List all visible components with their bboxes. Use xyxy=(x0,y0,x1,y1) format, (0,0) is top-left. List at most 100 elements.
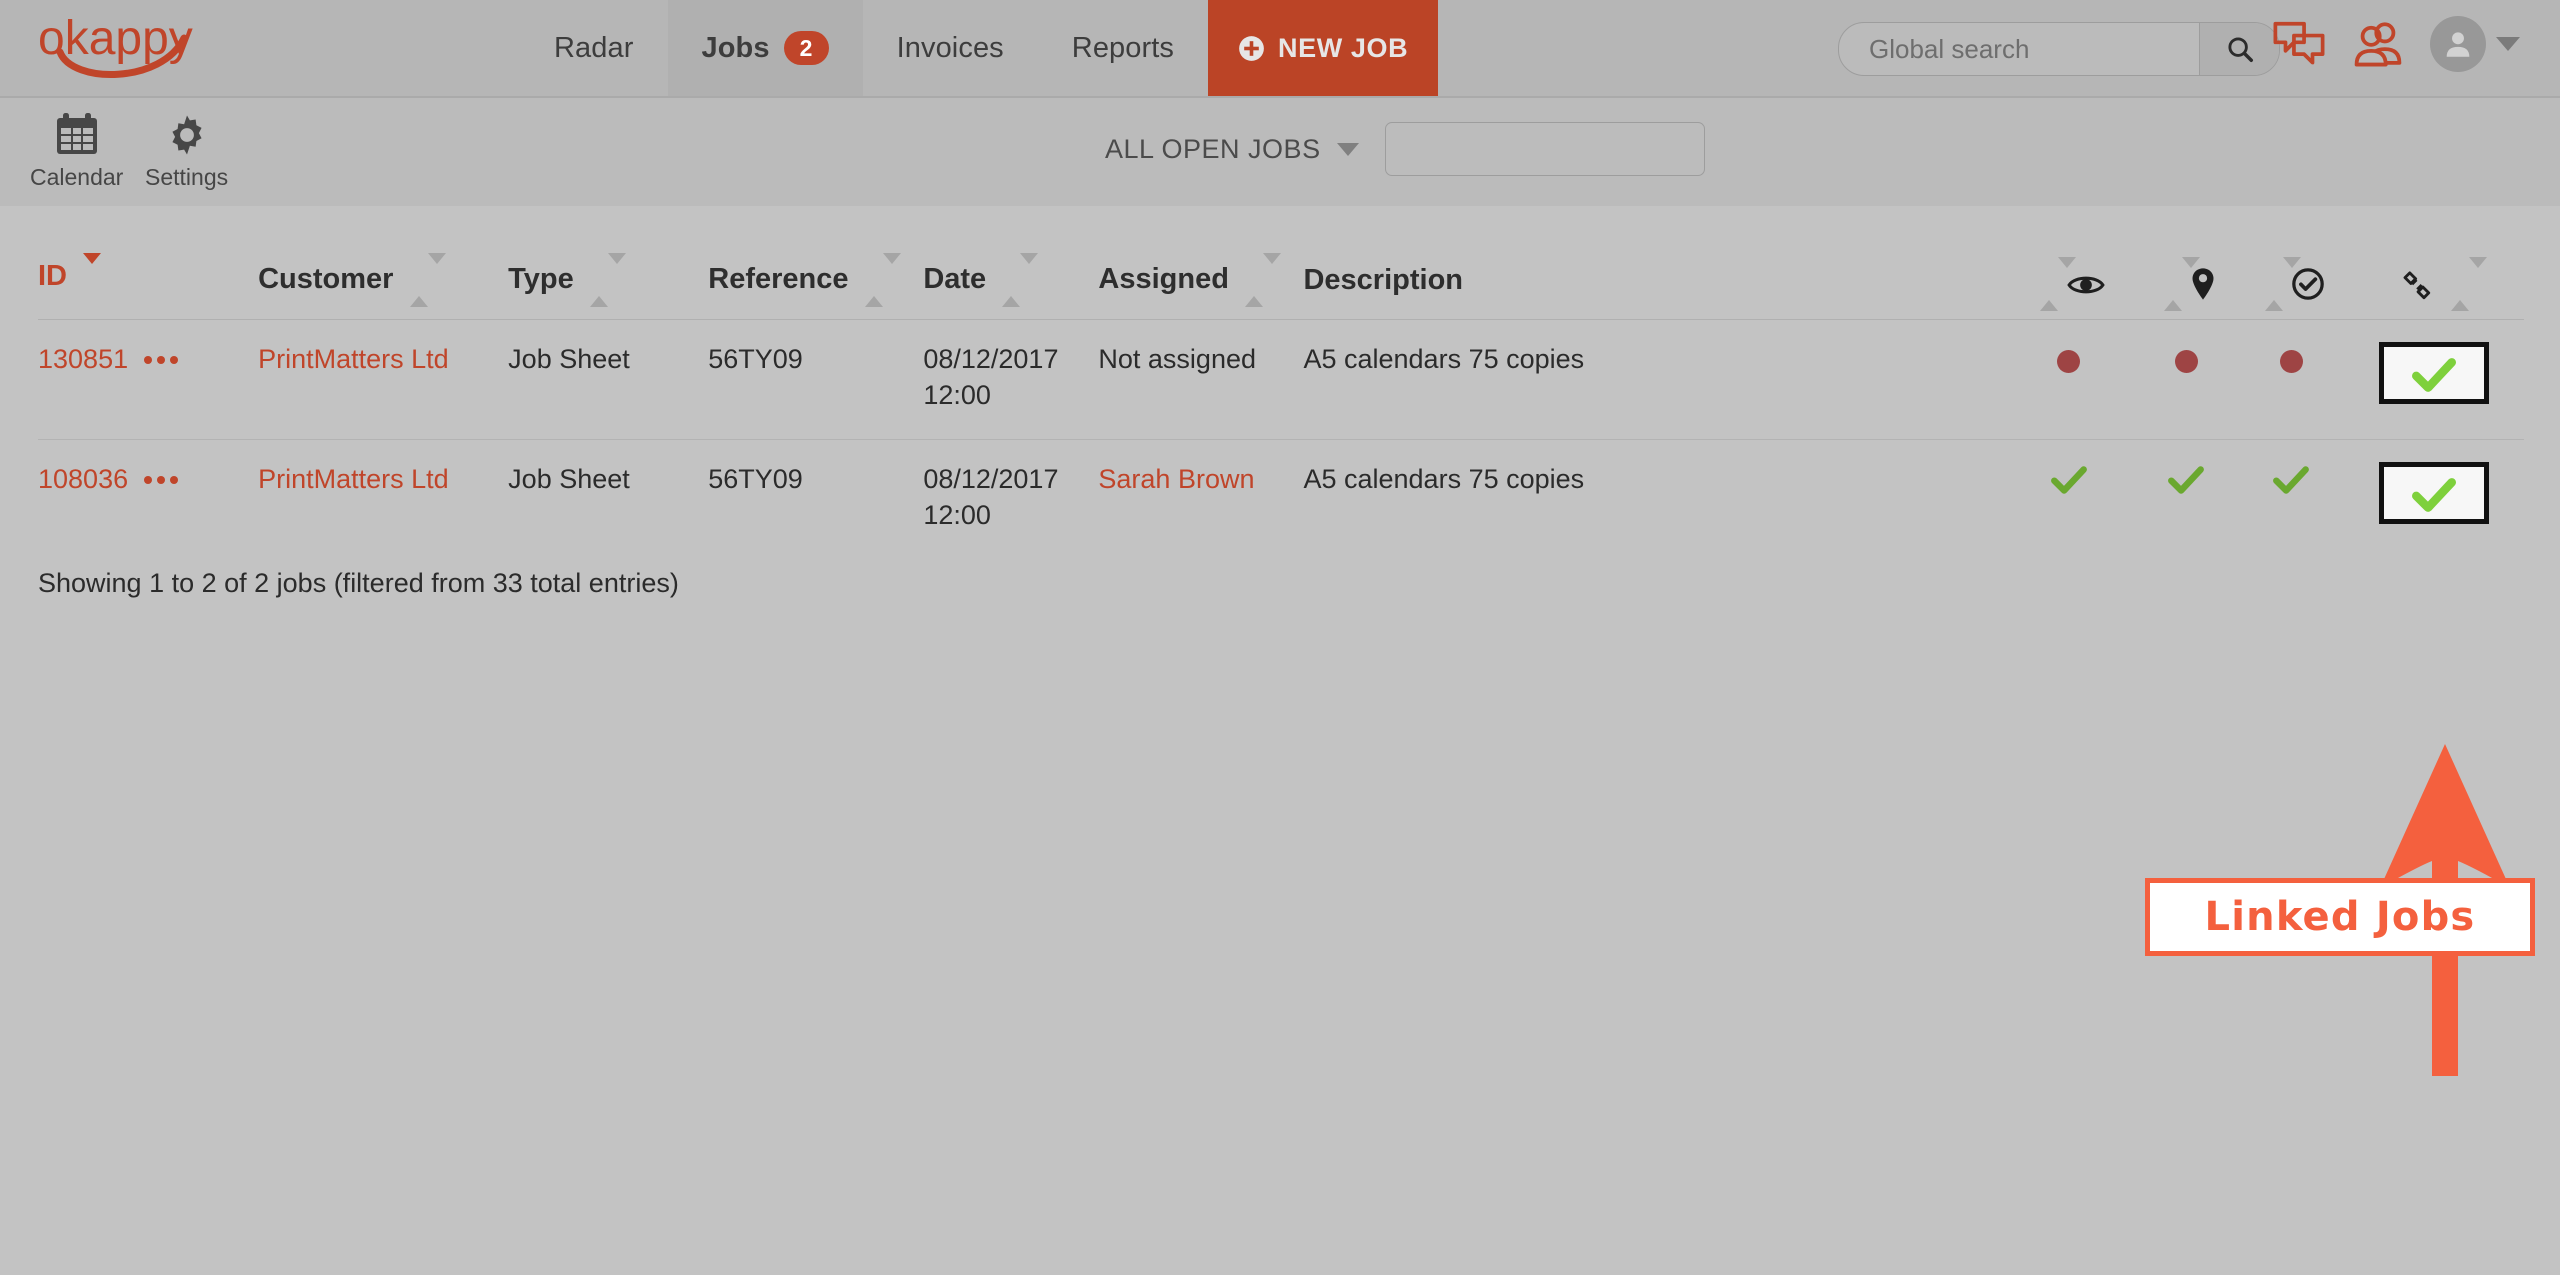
sort-indicator-assigned[interactable] xyxy=(1244,253,1281,307)
status-dot-red xyxy=(2057,350,2081,373)
cell-status-viewed[interactable] xyxy=(2004,320,2134,440)
user-avatar-icon xyxy=(2446,32,2470,57)
job-id-link[interactable]: 130851 xyxy=(38,342,128,378)
nav-item-reports[interactable]: Reports xyxy=(1038,0,1208,96)
column-header-linked[interactable] xyxy=(2344,257,2524,320)
assigned-user-link[interactable]: Sarah Brown xyxy=(1098,464,1254,494)
cell-status-completed[interactable] xyxy=(2239,320,2344,440)
search-input[interactable] xyxy=(1839,23,2199,75)
time-value: 12:00 xyxy=(923,499,991,530)
status-dot-red xyxy=(2279,350,2303,373)
check-icon xyxy=(2273,466,2310,494)
jobs-count-badge: 2 xyxy=(783,31,829,65)
nav-label-jobs: Jobs xyxy=(701,31,770,64)
table-filter-input[interactable] xyxy=(1384,122,1705,176)
cell-customer: PrintMatters Ltd xyxy=(258,440,508,560)
nav-item-invoices[interactable]: Invoices xyxy=(863,0,1038,96)
cell-type: Job Sheet xyxy=(508,344,630,374)
chevron-down-icon[interactable] xyxy=(1336,142,1359,156)
column-header-type[interactable]: Type xyxy=(508,253,708,320)
table-row[interactable]: 108036 PrintMatters Ltd Job Sheet 56TY09… xyxy=(38,439,2524,560)
row-actions-menu-icon[interactable] xyxy=(144,356,179,364)
nav-item-radar[interactable]: Radar xyxy=(520,0,668,96)
okappy-logo[interactable]: okappy xyxy=(38,12,218,84)
check-icon xyxy=(2168,466,2205,494)
new-job-label: NEW JOB xyxy=(1278,32,1409,63)
filter-dropdown-label[interactable]: ALL OPEN JOBS xyxy=(1105,134,1321,165)
sort-indicator-customer[interactable] xyxy=(409,253,446,307)
column-header-location[interactable] xyxy=(2134,256,2239,320)
sort-indicator-id[interactable] xyxy=(83,253,102,297)
toolbar-item-settings[interactable]: Settings xyxy=(145,112,228,191)
plus-circle-icon xyxy=(1239,35,1264,61)
chevron-down-icon xyxy=(2496,37,2520,51)
chat-bubbles-icon[interactable] xyxy=(2272,20,2326,68)
jobs-content-area: ID Customer Type Reference Date Assigned… xyxy=(0,206,2560,1275)
search-submit-button[interactable] xyxy=(2199,23,2279,75)
eye-icon xyxy=(2067,276,2105,293)
column-header-viewed[interactable] xyxy=(2004,257,2134,320)
customer-link[interactable]: PrintMatters Ltd xyxy=(258,464,449,494)
cell-type: Job Sheet xyxy=(508,464,630,495)
check-icon xyxy=(2050,466,2087,494)
column-header-description[interactable]: Description xyxy=(1303,258,2003,320)
check-icon xyxy=(2411,478,2456,513)
sort-indicator-reference[interactable] xyxy=(864,253,901,307)
sort-indicator-viewed[interactable] xyxy=(2039,257,2076,311)
annotation-callout: Linked Jobs xyxy=(2145,878,2535,956)
user-menu[interactable] xyxy=(2430,16,2520,72)
sort-indicator-type[interactable] xyxy=(589,253,626,307)
check-circle-icon xyxy=(2292,268,2325,300)
cell-status-viewed[interactable] xyxy=(2004,440,2134,560)
toolbar-item-calendar[interactable]: Calendar xyxy=(30,112,123,191)
nav-item-jobs[interactable]: Jobs 2 xyxy=(667,0,863,96)
cell-status-linked[interactable] xyxy=(2344,320,2524,440)
date-value: 08/12/2017 xyxy=(923,344,1059,374)
map-pin-icon xyxy=(2192,268,2214,300)
cell-status-completed[interactable] xyxy=(2239,440,2344,560)
column-header-date[interactable]: Date xyxy=(923,253,1098,320)
cell-id: 108036 xyxy=(38,440,258,560)
cell-assigned: Sarah Brown xyxy=(1098,440,1303,560)
jobs-filter-group: ALL OPEN JOBS xyxy=(1105,122,1705,176)
job-id-link[interactable]: 108036 xyxy=(38,462,128,498)
annotation-callout-text: Linked Jobs xyxy=(2204,894,2476,940)
column-label-date: Date xyxy=(923,263,987,296)
check-icon xyxy=(2411,358,2456,392)
cell-status-linked[interactable] xyxy=(2344,440,2524,560)
sort-indicator-completed[interactable] xyxy=(2265,256,2302,311)
jobs-table: ID Customer Type Reference Date Assigned… xyxy=(38,253,2524,560)
column-header-reference[interactable]: Reference xyxy=(708,253,923,320)
people-icon[interactable] xyxy=(2352,20,2404,68)
column-label-id: ID xyxy=(38,260,67,293)
avatar xyxy=(2430,16,2486,72)
cell-id: 130851 xyxy=(38,320,258,440)
column-label-description: Description xyxy=(1303,264,1463,296)
nav-label-radar: Radar xyxy=(554,31,634,64)
table-row[interactable]: 130851 PrintMatters Ltd Job Sheet 56TY09… xyxy=(38,319,2524,440)
header-icon-group xyxy=(2272,16,2520,72)
sort-indicator-linked[interactable] xyxy=(2450,257,2487,311)
cell-reference: 56TY09 xyxy=(708,344,803,374)
date-value: 08/12/2017 xyxy=(923,464,1059,495)
table-summary-text: Showing 1 to 2 of 2 jobs (filtered from … xyxy=(38,568,679,598)
column-header-completed[interactable] xyxy=(2239,256,2344,320)
cell-status-location[interactable] xyxy=(2134,440,2239,560)
status-dot-red xyxy=(2174,350,2198,373)
sort-indicator-date[interactable] xyxy=(1002,253,1039,307)
cell-date: 08/12/2017 12:00 xyxy=(923,440,1098,560)
nav-label-reports: Reports xyxy=(1071,31,1175,64)
linked-jobs-highlight-box xyxy=(2378,462,2489,525)
nav-label-invoices: Invoices xyxy=(896,31,1004,64)
sort-indicator-location[interactable] xyxy=(2164,256,2201,311)
cell-reference: 56TY09 xyxy=(708,464,803,495)
new-job-button[interactable]: NEW JOB xyxy=(1208,0,1439,96)
customer-link[interactable]: PrintMatters Ltd xyxy=(258,344,449,374)
column-header-id[interactable]: ID xyxy=(38,253,258,320)
table-header-row: ID Customer Type Reference Date Assigned… xyxy=(38,253,2524,320)
row-actions-menu-icon[interactable] xyxy=(144,476,179,485)
cell-status-location[interactable] xyxy=(2134,320,2239,440)
column-header-customer[interactable]: Customer xyxy=(258,253,508,320)
column-header-assigned[interactable]: Assigned xyxy=(1098,253,1303,320)
linked-jobs-highlight-box xyxy=(2378,342,2489,404)
